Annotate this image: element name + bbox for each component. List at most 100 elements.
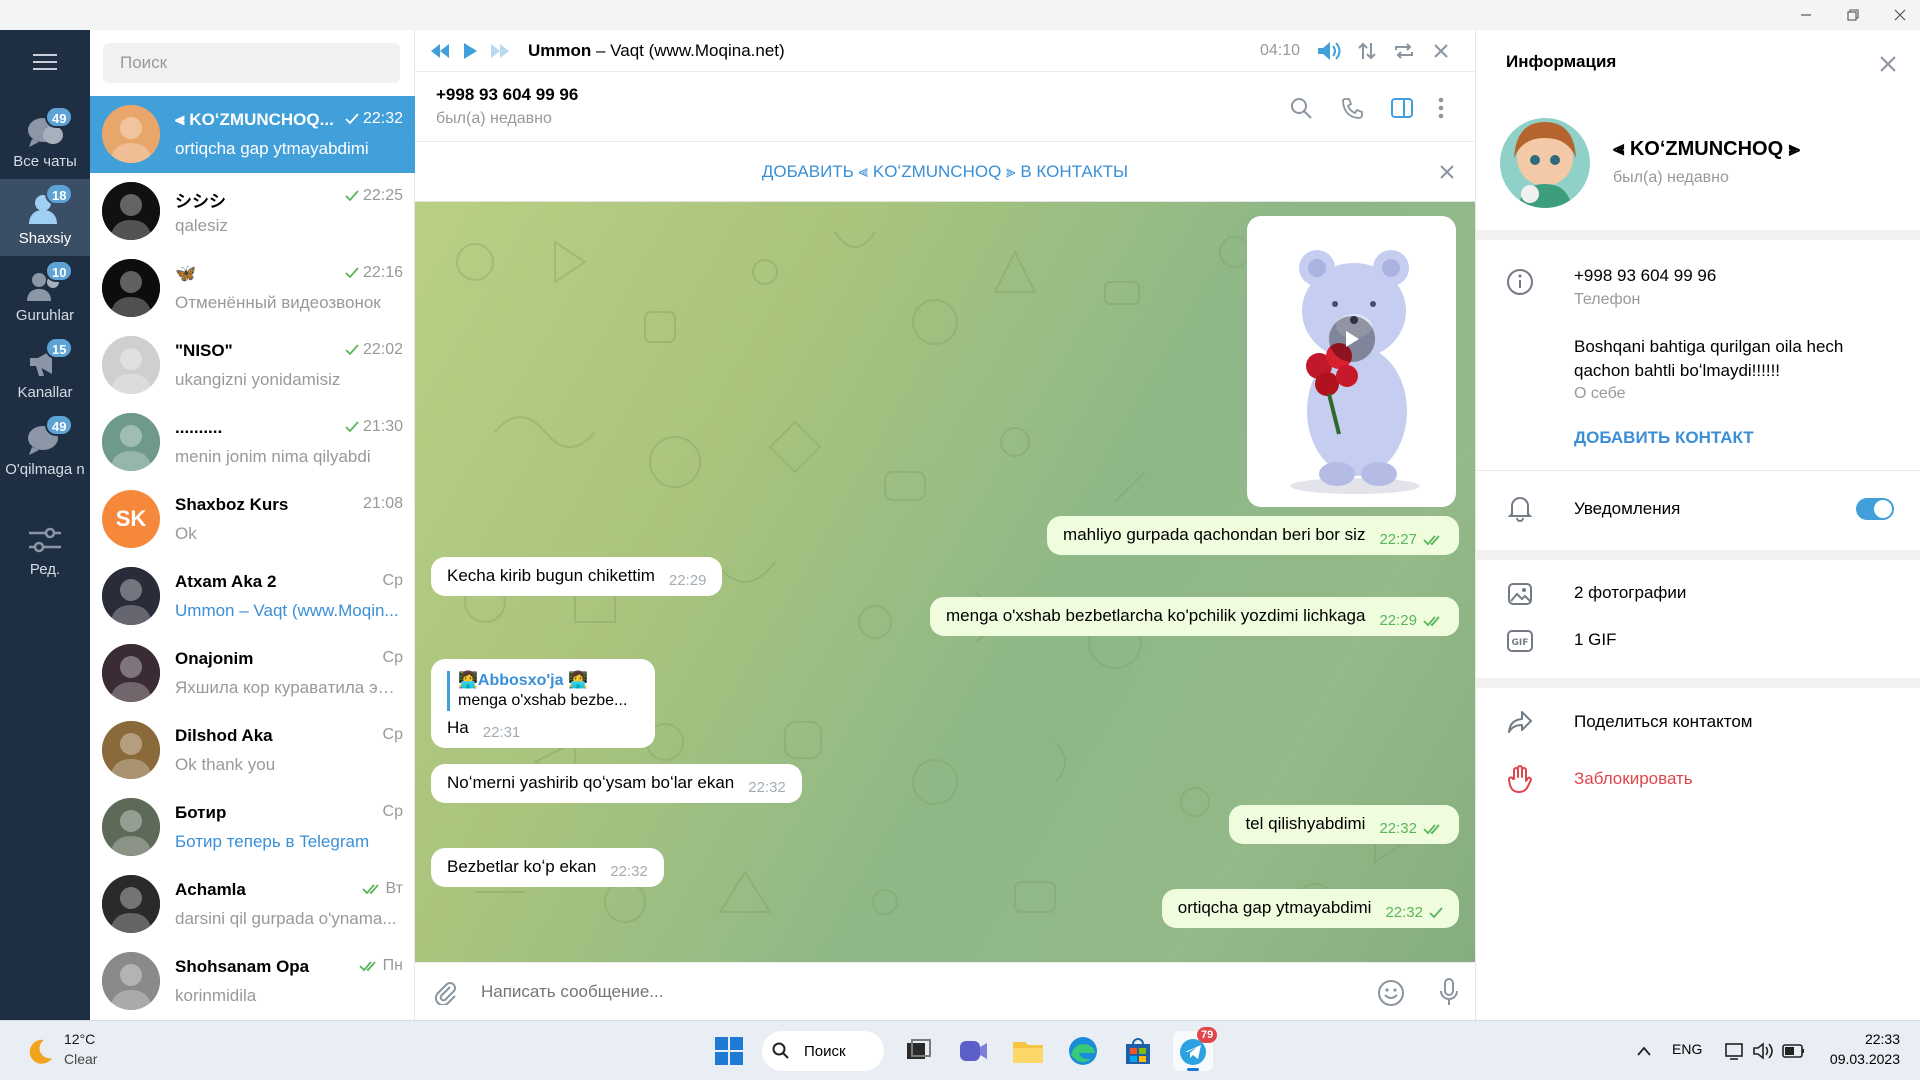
shared-gifs[interactable]: 1 GIF	[1574, 630, 1617, 650]
folder-shaxsiy[interactable]: 18 Shaxsiy	[0, 179, 90, 256]
dismiss-add-bar-button[interactable]	[1435, 160, 1459, 184]
window-titlebar	[0, 0, 1920, 30]
next-track-button[interactable]	[487, 38, 513, 64]
attach-button[interactable]	[429, 977, 459, 1007]
shared-photos[interactable]: 2 фотографии	[1574, 583, 1686, 603]
avatar-image	[102, 875, 160, 933]
battery-icon[interactable]	[1782, 1042, 1806, 1060]
teams-chat-button[interactable]	[953, 1031, 993, 1071]
chat-name: "NISO"	[175, 341, 233, 360]
close-info-panel-button[interactable]	[1874, 50, 1902, 78]
incoming-message[interactable]: Kecha kirib bugun chikettim 22:29	[431, 557, 723, 596]
reply-author: 👩‍💻Abbosxo'ja 👩‍💻	[458, 672, 588, 689]
gif-icon: GIF	[1507, 630, 1533, 652]
add-to-contacts-link[interactable]: ДОБАВИТЬ ⫷ KOʻZMUNCHOQ ⫸ В КОНТАКТЫ	[415, 162, 1475, 182]
voice-message-button[interactable]	[1433, 975, 1465, 1009]
outgoing-message[interactable]: mahliyo gurpada qachondan beri bor siz 22…	[1047, 516, 1459, 555]
message-input[interactable]	[481, 975, 1081, 1009]
search-input[interactable]: Поиск	[103, 43, 400, 83]
order-button[interactable]	[1353, 38, 1381, 64]
contact-avatar[interactable]	[1500, 118, 1590, 208]
incoming-message[interactable]: Noʻmerni yashirib qoʻysam boʻlar ekan 22:…	[431, 764, 802, 803]
folder-unread[interactable]: 49 O'qilmaga n	[0, 410, 90, 505]
chat-header[interactable]: +998 93 604 99 96 был(а) недавно	[415, 72, 1475, 142]
toggle-info-panel-button[interactable]	[1388, 94, 1416, 122]
clock-time[interactable]: 22:33	[1824, 1031, 1900, 1047]
sent-check-icon	[345, 421, 359, 433]
sidebar-icon	[1391, 98, 1413, 118]
chat-list-item[interactable]: "NISO" 22:02 ukangizni yonidamisiz	[90, 327, 415, 404]
speaker-icon[interactable]	[1752, 1041, 1774, 1061]
chat-list-item[interactable]: Onajonim Ср Яхшила кор куравaтила эрт...	[90, 635, 415, 712]
network-icon[interactable]	[1724, 1041, 1746, 1061]
main-menu-button[interactable]	[25, 48, 65, 76]
chat-time: 22:16	[345, 264, 403, 282]
minimize-button[interactable]	[1786, 0, 1826, 30]
volume-button[interactable]	[1315, 38, 1343, 64]
more-options-button[interactable]	[1431, 94, 1451, 122]
avatar-image	[102, 259, 160, 317]
call-button[interactable]	[1338, 94, 1366, 122]
track-title[interactable]: Ummon – Vaqt (www.Moqina.net)	[528, 41, 785, 61]
unread-badge: 49	[45, 106, 74, 128]
weather-temperature[interactable]: 12°C	[64, 1031, 95, 1047]
outgoing-message[interactable]: ortiqcha gap ytmayabdimi 22:32	[1161, 889, 1459, 928]
start-button[interactable]	[709, 1031, 749, 1071]
smile-icon	[1378, 980, 1404, 1006]
hamburger-icon	[33, 54, 57, 70]
block-user-button[interactable]: Заблокировать	[1574, 769, 1693, 789]
chat-time-text: 22:32	[362, 110, 403, 127]
chat-list-item[interactable]: Dilshod Aka Ср Ok thank you	[90, 712, 415, 789]
chat-list-item[interactable]: Atxam Aka 2 Ср Ummon – Vaqt (www.Moqin...	[90, 558, 415, 635]
microsoft-store-button[interactable]	[1118, 1031, 1158, 1071]
incoming-message[interactable]: 👩‍💻Abbosxo'ja 👩‍💻 menga o'xshab bezbe... H…	[431, 659, 655, 748]
search-in-chat-button[interactable]	[1287, 94, 1315, 122]
chat-list-item[interactable]: SK Shaxboz Kurs 21:08 Ok	[90, 481, 415, 558]
incoming-message[interactable]: Bezbetlar koʻp ekan 22:32	[431, 848, 664, 887]
chat-preview: ukangizni yonidamisiz	[175, 370, 341, 389]
folder-kanallar[interactable]: 15 Kanallar	[0, 333, 90, 410]
folder-edit[interactable]: Ред.	[0, 510, 90, 587]
repeat-button[interactable]	[1390, 38, 1418, 64]
taskbar-search[interactable]: Поиск	[762, 1031, 884, 1071]
chat-list-item[interactable]: シシシ 22:25 qalesiz	[90, 173, 415, 250]
chat-list-item[interactable]: Achamla Вт darsini qil gurpada o'ynama...	[90, 866, 415, 943]
chat-preview: menin jonim nima qilyabdi	[175, 447, 371, 466]
chat-list-item[interactable]: ⫷ KOʻZMUNCHOQ... 22:32 ortiqcha gap ytmaya…	[90, 96, 415, 173]
chat-list-item[interactable]: 🦋 22:16 Отменённый видеозвонок	[90, 250, 415, 327]
telegram-taskbar-button[interactable]: 79	[1173, 1027, 1218, 1071]
play-video-button[interactable]	[1329, 316, 1375, 362]
chat-list-item[interactable]: Shohsanam Opa Пн korinmidila	[90, 943, 415, 1020]
file-explorer-button[interactable]	[1008, 1031, 1048, 1071]
notifications-toggle[interactable]	[1856, 498, 1894, 520]
input-language[interactable]: ENG	[1672, 1041, 1702, 1057]
message-area[interactable]: mahliyo gurpada qachondan beri bor siz 22…	[415, 202, 1475, 962]
close-player-button[interactable]	[1427, 38, 1455, 64]
notifications-label: Уведомления	[1574, 499, 1681, 518]
sent-check-icon	[345, 113, 359, 125]
outgoing-message[interactable]: tel qilishyabdimi 22:32	[1229, 805, 1459, 844]
maximize-button[interactable]	[1833, 0, 1873, 30]
contact-phone[interactable]: +998 93 604 99 96	[1574, 266, 1716, 286]
chat-list-item[interactable]: .......... 21:30 menin jonim nima qilyabdi	[90, 404, 415, 481]
previous-track-button[interactable]	[427, 38, 453, 64]
microphone-icon	[1440, 978, 1458, 1005]
add-contact-button[interactable]: ДОБАВИТЬ КОНТАКТ	[1574, 428, 1754, 448]
reply-quote[interactable]: 👩‍💻Abbosxo'ja 👩‍💻 menga o'xshab bezbe...	[447, 671, 639, 711]
svg-text:GIF: GIF	[1512, 638, 1529, 648]
share-contact-button[interactable]: Поделиться контактом	[1574, 712, 1752, 732]
outgoing-message[interactable]: menga o'xshab bezbetlarcha ko'pchilik yo…	[930, 597, 1459, 636]
chat-list-item[interactable]: Ботир Ср Ботир теперь в Telegram	[90, 789, 415, 866]
chevron-up-icon[interactable]	[1636, 1045, 1652, 1057]
divider	[1476, 550, 1920, 560]
folder-guruhlar[interactable]: 10 Guruhlar	[0, 256, 90, 333]
folder-all-chats[interactable]: 49 Все чаты	[0, 102, 90, 179]
video-sticker-message[interactable]	[1247, 216, 1456, 507]
play-button[interactable]	[457, 38, 483, 64]
avatar-image	[102, 413, 160, 471]
contact-status: был(а) недавно	[1613, 169, 1729, 186]
close-window-button[interactable]	[1880, 0, 1920, 30]
edge-browser-button[interactable]	[1063, 1031, 1103, 1071]
task-view-button[interactable]	[898, 1031, 938, 1071]
emoji-button[interactable]	[1375, 977, 1407, 1009]
